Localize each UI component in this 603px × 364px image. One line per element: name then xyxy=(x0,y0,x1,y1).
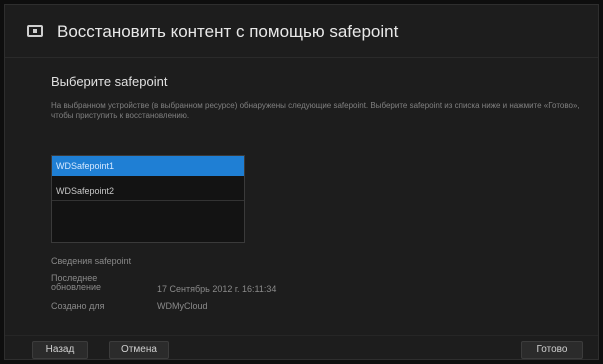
last-updated-value: 17 Сентябрь 2012 г. 16:11:34 xyxy=(157,284,277,294)
safepoint-list-item[interactable]: WDSafepoint1 xyxy=(52,156,244,176)
safepoint-list[interactable]: WDSafepoint1 WDSafepoint2 xyxy=(51,155,245,243)
dialog-title-icon xyxy=(27,25,43,37)
section-heading: Выберите safepoint xyxy=(51,74,168,89)
dialog-title: Восстановить контент с помощью safepoint xyxy=(57,22,399,41)
cancel-button[interactable]: Отмена xyxy=(109,341,169,359)
back-button[interactable]: Назад xyxy=(32,341,88,359)
created-by-value: WDMyCloud xyxy=(157,301,208,311)
created-by-label: Создано для xyxy=(51,301,105,311)
footer-divider xyxy=(5,335,598,336)
restore-safepoint-dialog: Восстановить контент с помощью safepoint… xyxy=(4,4,599,360)
instructions-text: На выбранном устройстве (в выбранном рес… xyxy=(51,101,580,120)
done-button[interactable]: Готово xyxy=(521,341,583,359)
safepoint-details-heading: Сведения safepoint xyxy=(51,256,132,266)
dialog-titlebar: Восстановить контент с помощью safepoint xyxy=(5,5,598,58)
last-updated-label: Последнее обновление xyxy=(51,273,101,292)
safepoint-list-item[interactable]: WDSafepoint2 xyxy=(52,181,244,201)
